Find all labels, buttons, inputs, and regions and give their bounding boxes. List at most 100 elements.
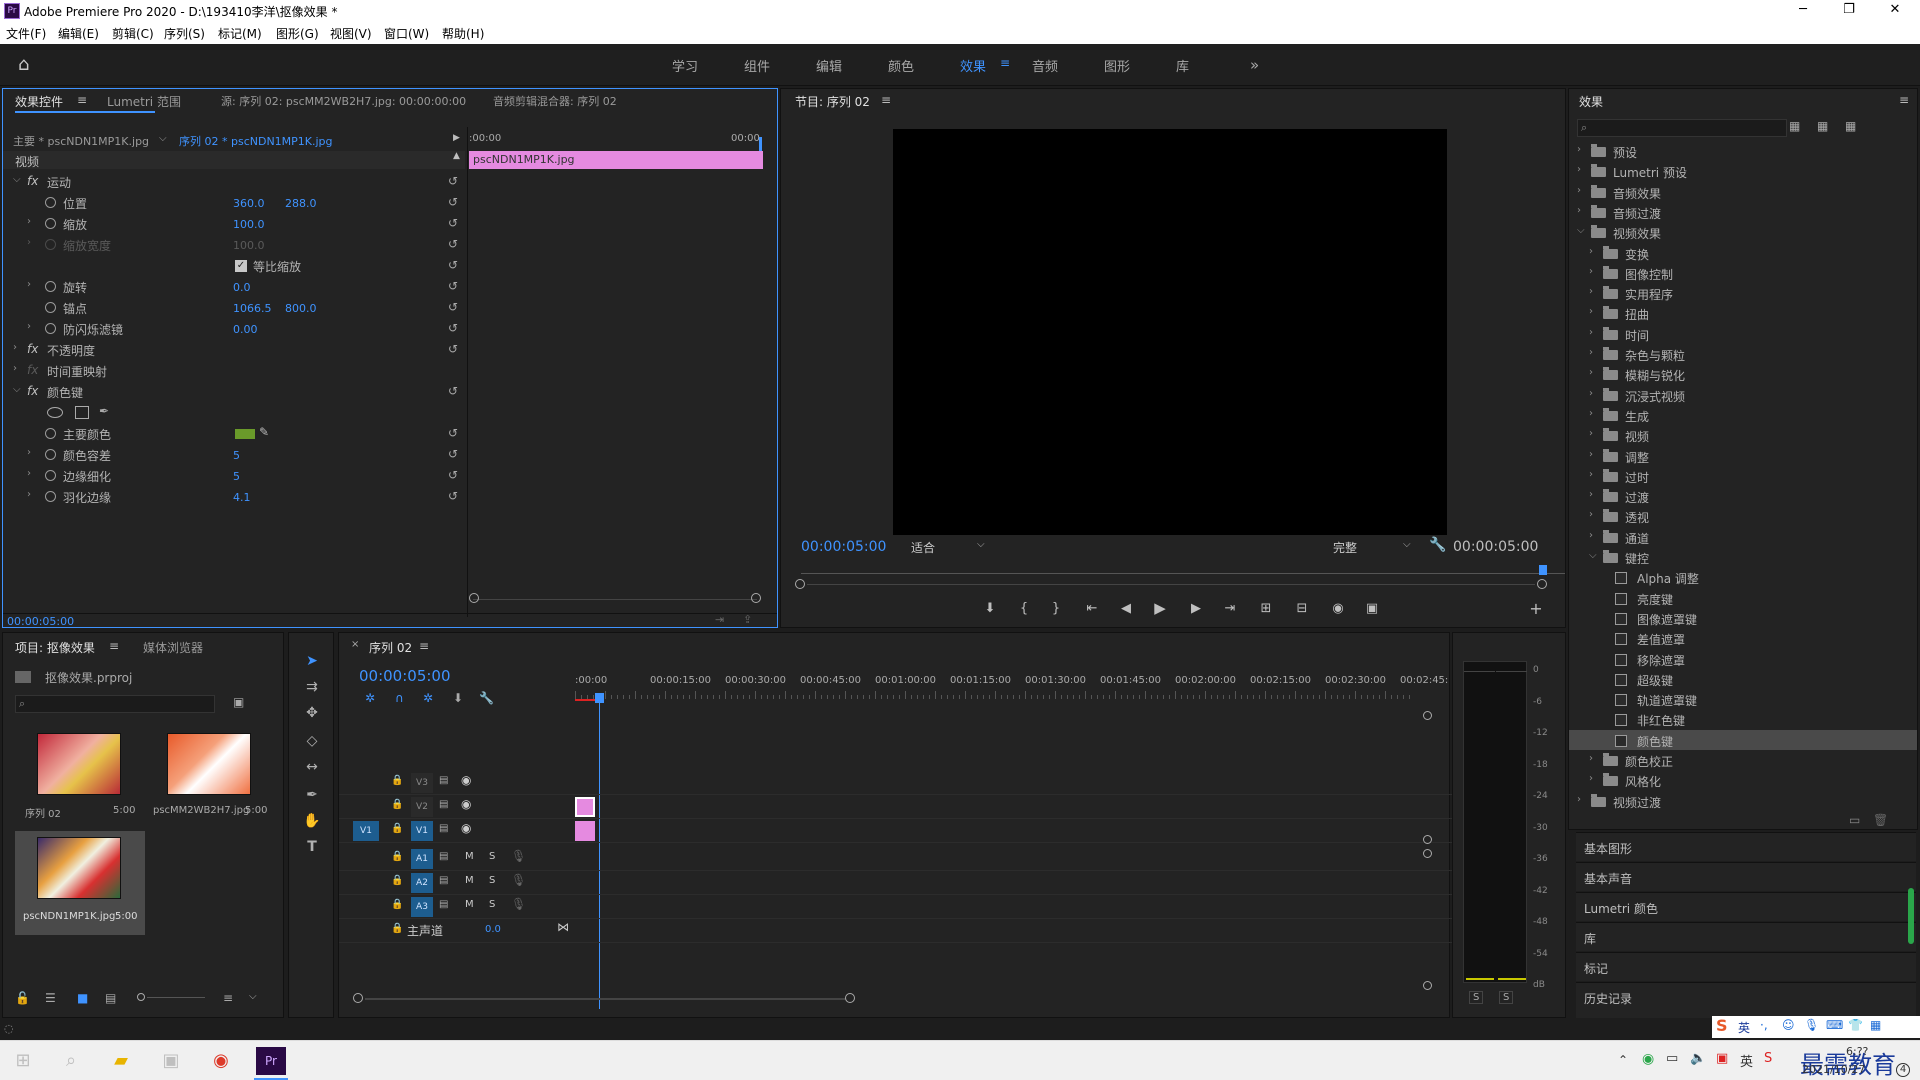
ime-mode[interactable]: 英 <box>1738 1019 1750 1036</box>
key-color-swatch[interactable] <box>235 429 255 439</box>
mini-clip[interactable]: pscNDN1MP1K.jpg <box>469 151 763 169</box>
search-icon[interactable]: ⌕ <box>56 1047 86 1075</box>
meter-solo-left[interactable]: S <box>1469 991 1484 1004</box>
comparison-view-icon[interactable]: ▣ <box>1361 601 1383 616</box>
chevron-right-icon[interactable]: › <box>1589 530 1593 541</box>
scroll-handle-right[interactable] <box>751 593 761 603</box>
scroll-handle-left[interactable] <box>353 993 363 1003</box>
chevron-right-icon[interactable]: › <box>27 489 31 500</box>
reset-icon[interactable]: ↺ <box>448 237 458 251</box>
effect-color-key[interactable]: ⌵ fx 颜色键 ↺ <box>3 382 465 402</box>
effect-item[interactable]: 移除遮罩 <box>1569 649 1917 669</box>
track-target-v2[interactable]: V2 <box>411 797 433 817</box>
effects-folder[interactable]: ⌵ 键控 <box>1569 547 1917 567</box>
param-value[interactable]: 5 <box>233 449 240 462</box>
param-value[interactable]: 800.0 <box>285 302 317 315</box>
effects-folder[interactable]: › 预设 <box>1569 141 1917 161</box>
effects-folder[interactable]: › 时间 <box>1569 324 1917 344</box>
sync-lock-icon[interactable]: ▤ <box>439 823 448 834</box>
section-history[interactable]: 历史记录 <box>1576 982 1916 1018</box>
menu-edit[interactable]: 编辑(E) <box>58 25 99 42</box>
snap-magnet-icon[interactable]: ∩ <box>395 691 404 705</box>
menu-view[interactable]: 视图(V) <box>330 25 372 42</box>
windows-start-icon[interactable]: ⊞ <box>8 1047 38 1075</box>
ripple-edit-tool-icon[interactable]: ✥ <box>301 705 323 727</box>
panel-menu-icon[interactable]: ≡ <box>1899 93 1909 107</box>
effects-panel-title[interactable]: 效果 <box>1579 93 1603 110</box>
export-frame-icon[interactable]: ◉ <box>1327 601 1349 616</box>
trash-icon[interactable]: 🗑 <box>1873 813 1888 827</box>
chevron-right-icon[interactable]: › <box>1589 246 1593 257</box>
scroll-handle-left[interactable] <box>795 579 805 589</box>
tab-effect-controls[interactable]: 效果控件 <box>15 93 63 110</box>
clock-time[interactable]: 6:?? <box>1846 1045 1868 1058</box>
sync-lock-icon[interactable]: ▤ <box>439 899 448 910</box>
lock-icon[interactable]: 🔒 <box>391 851 403 862</box>
chevron-down-icon[interactable]: ⌵ <box>1577 225 1585 236</box>
razor-tool-icon[interactable]: ◇ <box>301 733 323 755</box>
source-patch-v1[interactable]: V1 <box>353 821 379 841</box>
reset-icon[interactable]: ↺ <box>448 300 458 314</box>
program-monitor-title[interactable]: 节目: 序列 02 <box>795 93 870 110</box>
reset-icon[interactable]: ↺ <box>448 258 458 272</box>
effects-folder[interactable]: › 调整 <box>1569 446 1917 466</box>
reset-icon[interactable]: ↺ <box>448 174 458 188</box>
workspace-audio[interactable]: 音频 <box>1032 56 1058 75</box>
param-value[interactable]: 5 <box>233 470 240 483</box>
chevron-right-icon[interactable]: › <box>13 342 17 353</box>
close-icon[interactable]: × <box>351 639 359 650</box>
mark-in-icon[interactable]: { <box>1013 601 1035 616</box>
track-target-v3[interactable]: V3 <box>411 773 433 793</box>
track-target-a1[interactable]: A1 <box>411 849 433 869</box>
effect-opacity[interactable]: › fx 不透明度 ↺ <box>3 340 465 360</box>
hand-tool-icon[interactable]: ✋ <box>301 813 323 835</box>
lock-icon[interactable]: 🔒 <box>391 823 403 834</box>
quality-dropdown[interactable]: 完整 <box>1333 539 1357 556</box>
freeform-view-icon[interactable]: ▤ <box>105 991 116 1005</box>
vscroll-handle[interactable] <box>1423 981 1432 990</box>
menu-clip[interactable]: 剪辑(C) <box>112 25 154 42</box>
lock-icon[interactable]: 🔓 <box>15 991 30 1005</box>
effects-folder[interactable]: › 颜色校正 <box>1569 750 1917 770</box>
new-bin-icon[interactable]: ▣ <box>233 695 244 709</box>
zoom-scrollbar[interactable] <box>473 599 757 600</box>
chevron-down-icon[interactable]: ⌵ <box>1403 539 1411 550</box>
scrollbar-thumb[interactable] <box>1908 888 1914 944</box>
vscroll-handle[interactable] <box>1423 711 1432 720</box>
effects-folder[interactable]: › 变换 <box>1569 243 1917 263</box>
param-value[interactable]: 0.00 <box>233 323 258 336</box>
eye-icon[interactable]: ◉ <box>461 797 471 811</box>
chevron-right-icon[interactable]: › <box>1589 469 1593 480</box>
master-clip-label[interactable]: 主要 * pscNDN1MP1K.jpg <box>13 133 149 149</box>
effects-folder[interactable]: › 音频效果 <box>1569 182 1917 202</box>
effects-folder[interactable]: › 杂色与颗粒 <box>1569 344 1917 364</box>
panel-menu-icon[interactable]: ≡ <box>419 639 429 653</box>
effect-item[interactable]: 亮度键 <box>1569 588 1917 608</box>
selected-item-highlight[interactable]: pscNDN1MP1K.jpg 5:00 <box>15 831 145 935</box>
chevron-right-icon[interactable]: › <box>1577 144 1581 155</box>
mini-playhead[interactable] <box>759 137 762 151</box>
sogou-icon[interactable]: S <box>1764 1051 1772 1066</box>
master-volume-value[interactable]: 0.0 <box>485 924 501 935</box>
effects-folder[interactable]: › 生成 <box>1569 405 1917 425</box>
reset-icon[interactable]: ↺ <box>448 195 458 209</box>
chevron-down-icon[interactable]: ⌵ <box>977 539 985 550</box>
track-select-tool-icon[interactable]: ⇉ <box>301 679 323 701</box>
tray-app-icon[interactable]: ◉ <box>1642 1051 1654 1067</box>
keyboard-icon[interactable]: ⌨ <box>1826 1018 1843 1032</box>
selection-tool-icon[interactable]: ➤ <box>301 653 323 675</box>
premiere-taskbar-icon[interactable]: Pr <box>256 1047 286 1075</box>
effects-folder[interactable]: › Lumetri 预设 <box>1569 161 1917 181</box>
toolbox-icon[interactable]: ▦ <box>1870 1018 1881 1032</box>
chevron-right-icon[interactable]: › <box>1589 266 1593 277</box>
chevron-right-icon[interactable]: › <box>1577 794 1581 805</box>
pen-mask-icon[interactable]: ✒ <box>99 404 109 418</box>
lock-icon[interactable]: 🔒 <box>391 775 403 786</box>
reset-icon[interactable]: ↺ <box>448 489 458 503</box>
reset-icon[interactable]: ↺ <box>448 426 458 440</box>
zoom-slider-handle[interactable] <box>137 993 145 1001</box>
photos-app-icon[interactable]: ▣ <box>156 1047 186 1075</box>
fx-icon[interactable]: fx <box>27 342 38 356</box>
effect-item[interactable]: 轨道遮罩键 <box>1569 689 1917 709</box>
chevron-right-icon[interactable]: › <box>1589 306 1593 317</box>
